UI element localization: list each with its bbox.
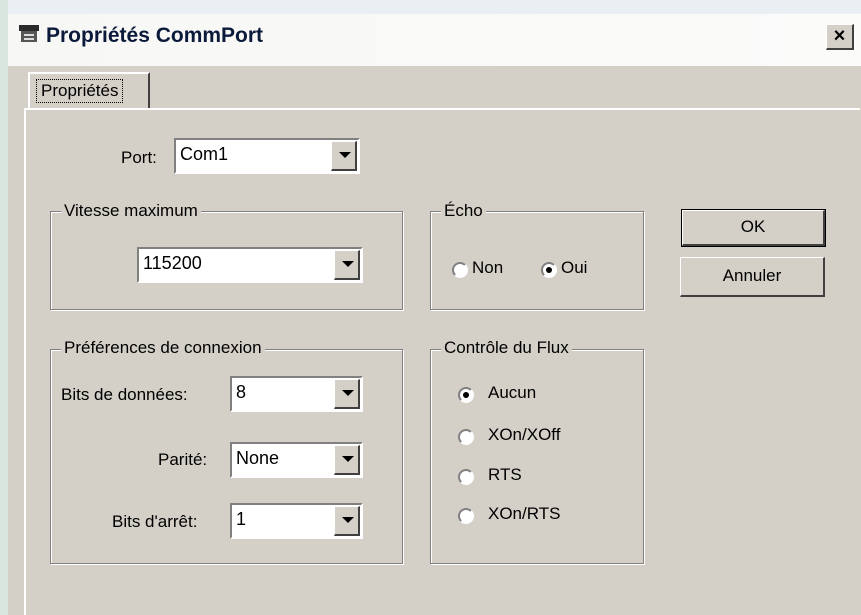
chevron-down-icon[interactable] <box>334 506 360 536</box>
flux-xonrts-label: XOn/RTS <box>488 504 561 523</box>
flux-xonrts-radio[interactable] <box>458 508 474 524</box>
close-icon: × <box>833 25 846 47</box>
echo-non-label: Non <box>472 258 504 277</box>
echo-oui-radio[interactable] <box>541 262 557 278</box>
parity-select[interactable]: None <box>230 442 363 478</box>
flux-aucun-label: Aucun <box>488 383 537 402</box>
cancel-button[interactable]: Annuler <box>680 257 825 297</box>
vitesse-select[interactable]: 115200 <box>137 247 363 283</box>
echo-non-radio[interactable] <box>452 262 468 278</box>
port-value: Com1 <box>180 144 229 164</box>
echo-oui-label: Oui <box>561 258 588 277</box>
flux-xonxoff-radio[interactable] <box>458 429 474 445</box>
background-edge <box>0 0 8 615</box>
data-bits-label: Bits de données: <box>61 385 188 404</box>
vitesse-value: 115200 <box>143 253 202 273</box>
window-title: Propriétés CommPort <box>46 24 264 47</box>
port-label: Port: <box>121 148 157 167</box>
flux-title: Contrôle du Flux <box>441 338 572 358</box>
flux-rts-radio[interactable] <box>458 469 474 485</box>
flux-aucun-radio[interactable] <box>458 387 474 403</box>
data-bits-select[interactable]: 8 <box>230 376 363 412</box>
chevron-down-icon[interactable] <box>334 250 360 280</box>
connexion-title: Préférences de connexion <box>61 338 265 358</box>
flux-rts-label: RTS <box>488 465 522 484</box>
ok-button[interactable]: OK <box>681 209 826 247</box>
chevron-down-icon[interactable] <box>334 379 360 409</box>
flux-group <box>430 349 644 564</box>
tab-proprietes-label: Propriétés <box>36 79 124 103</box>
close-button[interactable]: × <box>826 24 854 50</box>
echo-group <box>430 211 644 310</box>
chevron-down-icon[interactable] <box>331 141 357 171</box>
parity-label: Parité: <box>158 450 208 469</box>
chevron-down-icon[interactable] <box>334 445 360 475</box>
flux-xonxoff-label: XOn/XOff <box>488 425 561 444</box>
stop-bits-value: 1 <box>236 509 247 529</box>
data-bits-value: 8 <box>236 382 247 402</box>
parity-value: None <box>236 448 280 468</box>
phone-icon <box>18 22 40 44</box>
port-select[interactable]: Com1 <box>174 138 360 174</box>
echo-title: Écho <box>441 201 486 221</box>
stop-bits-label: Bits d'arrêt: <box>112 512 198 531</box>
vitesse-title: Vitesse maximum <box>61 201 201 221</box>
stop-bits-select[interactable]: 1 <box>230 503 363 539</box>
